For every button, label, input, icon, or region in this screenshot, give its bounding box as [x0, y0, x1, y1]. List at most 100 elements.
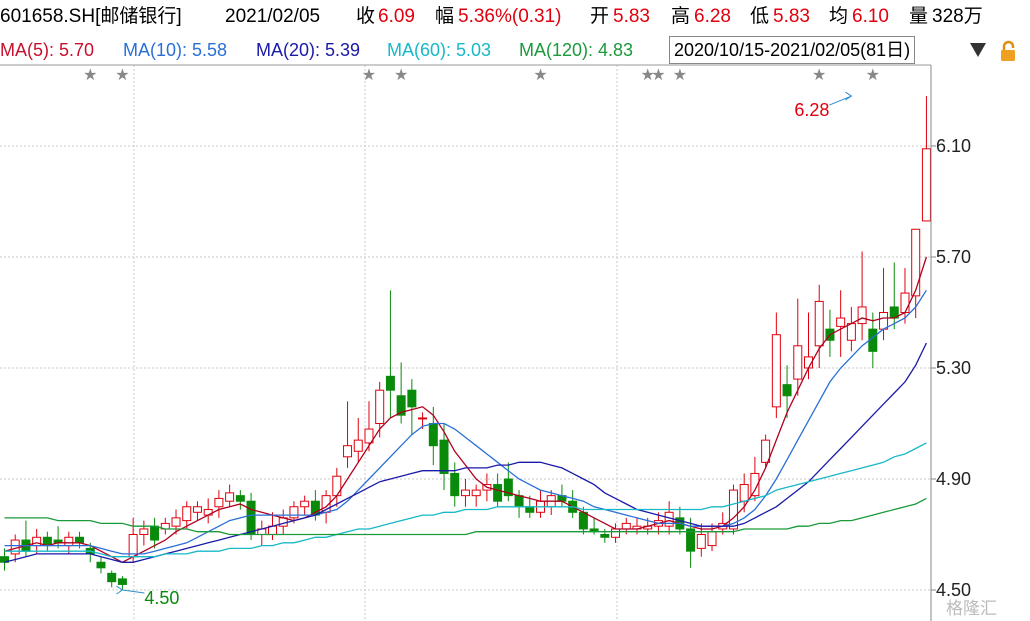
- annotation-leader: [829, 95, 852, 106]
- candle-body-up: [214, 497, 224, 508]
- event-markers: ★ ★ ★ ★ ★ ★★ ★ ★ ★: [83, 67, 880, 84]
- candle: [600, 528, 610, 543]
- event-star-icon: ★: [394, 67, 408, 84]
- candle: [353, 417, 363, 463]
- candle-body-up: [171, 517, 181, 527]
- candle: [471, 484, 481, 507]
- event-star-icon: ★: [83, 67, 97, 84]
- candle-body-up: [621, 522, 631, 530]
- candle: [514, 490, 524, 518]
- candle-body-up: [771, 334, 781, 408]
- candle-body-down: [246, 500, 256, 536]
- price-tick-label: 5.30: [936, 358, 971, 378]
- candle: [857, 251, 867, 341]
- candle-body-down: [514, 495, 524, 508]
- candle: [203, 498, 213, 524]
- candle: [793, 298, 803, 396]
- candle: [536, 490, 545, 518]
- candle-body-up: [139, 528, 149, 536]
- ma-line-ma5: [4, 256, 928, 564]
- candle: [139, 520, 149, 546]
- candle: [42, 531, 52, 552]
- candle: [257, 520, 267, 546]
- candle-body-up: [611, 528, 621, 538]
- candle-body-up: [182, 506, 192, 522]
- candle: [343, 401, 353, 468]
- candle: [385, 290, 395, 418]
- candle: [771, 312, 781, 418]
- chart-grid: [0, 64, 931, 621]
- candle-body-up: [343, 445, 353, 458]
- candle-body-up: [739, 484, 749, 502]
- candle-body-down: [782, 384, 792, 397]
- candles: [0, 96, 931, 590]
- candle-body-up: [192, 506, 202, 513]
- candle: [300, 495, 310, 516]
- candle: [782, 365, 792, 418]
- price-axis: 6.105.705.304.904.50: [930, 65, 971, 621]
- candle-body-down: [578, 511, 588, 530]
- candle-body-up: [375, 389, 385, 425]
- candle: [214, 490, 224, 518]
- candle: [814, 284, 824, 368]
- event-star-icon: ★: [673, 67, 687, 84]
- event-star-icon: ★: [651, 67, 665, 84]
- watermark-logo: 格隆汇: [946, 599, 997, 618]
- candle: [568, 490, 578, 518]
- candle: [225, 484, 235, 507]
- candle: [32, 528, 42, 554]
- candle: [889, 262, 899, 330]
- candle-body-down: [107, 572, 117, 583]
- candle: [761, 434, 771, 468]
- annotation-arrow-icon: [845, 91, 853, 101]
- candle-body-down: [75, 536, 85, 544]
- candle: [911, 228, 921, 319]
- candle: [96, 556, 106, 574]
- event-star-icon: ★: [362, 67, 376, 84]
- candle: [439, 423, 449, 491]
- candle-body-down: [407, 389, 417, 408]
- candle: [460, 479, 470, 507]
- candle: [407, 379, 417, 435]
- event-star-icon: ★: [533, 67, 547, 84]
- candle-body-up: [289, 506, 299, 519]
- candle: [846, 306, 856, 352]
- event-star-icon: ★: [812, 67, 826, 84]
- candle-body-down: [235, 495, 245, 502]
- candle-body-up: [793, 345, 803, 380]
- candle-body-up: [64, 536, 74, 547]
- candle-body-up: [836, 317, 846, 327]
- event-star-icon: ★: [115, 67, 129, 84]
- candle-body-up: [696, 534, 706, 549]
- candle-body-down: [600, 534, 610, 538]
- candle: [728, 484, 738, 535]
- candlestick-chart: 6.105.705.304.904.50 ★ ★ ★ ★ ★ ★★ ★ ★ ★ 6.284.50: [0, 64, 971, 621]
- candle: [235, 490, 245, 510]
- candle-body-up: [707, 531, 717, 547]
- candle: [107, 570, 117, 588]
- candle: [450, 462, 460, 507]
- candle-body-up: [814, 300, 824, 347]
- candle-body-up: [879, 312, 889, 330]
- candle-body-up: [300, 500, 310, 508]
- candle-body-up: [857, 306, 867, 325]
- candle: [921, 96, 931, 222]
- candle-body-up: [900, 292, 910, 314]
- candle-body-down: [525, 506, 535, 513]
- moving-average-lines: [4, 256, 928, 564]
- candle-body-down: [428, 423, 438, 447]
- candle: [364, 401, 374, 452]
- price-tick-label: 5.70: [936, 247, 971, 267]
- candle-body-down: [450, 472, 460, 497]
- candle-body-up: [32, 536, 42, 547]
- ma-line-ma10: [4, 289, 927, 555]
- candle-body-down: [117, 578, 127, 585]
- candle-body-up: [846, 323, 856, 341]
- candle-body-down: [439, 439, 449, 474]
- candle: [332, 467, 342, 507]
- candle-body-up: [471, 489, 481, 497]
- candle: [836, 290, 846, 357]
- event-star-icon: ★: [866, 67, 880, 84]
- candle-body-down: [96, 561, 106, 569]
- candle-body-up: [460, 489, 470, 497]
